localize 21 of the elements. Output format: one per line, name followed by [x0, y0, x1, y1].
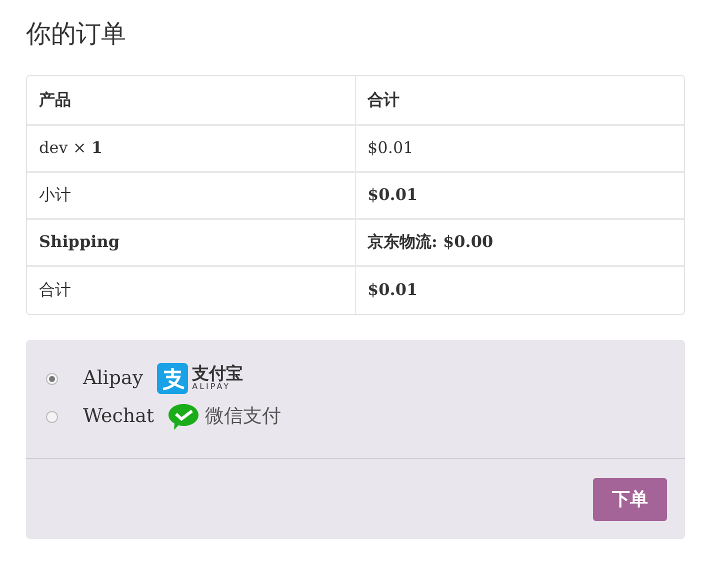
page-title: 你的订单: [26, 18, 127, 50]
wechat-logo-icon: [168, 402, 200, 430]
logo-text: ALIPAY: [192, 383, 232, 391]
table-cell: $0.01: [356, 172, 684, 220]
table-cell: 京东物流: $0.00: [356, 220, 684, 266]
place-order-button[interactable]: 下单: [593, 478, 667, 520]
table-cell: $0.01: [356, 126, 684, 172]
column-header: 产品: [27, 76, 356, 126]
table-cell: 小计: [27, 172, 356, 220]
table-cell: Shipping: [27, 220, 356, 266]
table-cell: 合计: [27, 266, 356, 314]
logo-text: 支付宝: [192, 366, 244, 383]
payment-label[interactable]: Wechat: [83, 402, 154, 431]
alipay-logo-icon: [157, 363, 188, 394]
table-cell: dev × 1: [27, 126, 356, 172]
radio-button[interactable]: [46, 372, 58, 384]
payment-label[interactable]: Alipay: [83, 364, 144, 393]
logo-text: 微信支付: [205, 404, 282, 430]
table-cell-text: $0.01: [366, 279, 419, 301]
radio-button[interactable]: [46, 410, 58, 422]
column-header: 合计: [356, 76, 684, 126]
